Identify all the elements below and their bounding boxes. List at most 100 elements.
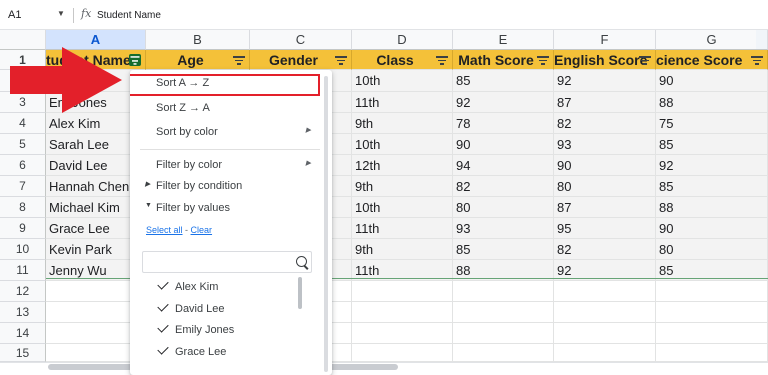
table-cell[interactable]: 10th: [352, 197, 453, 218]
empty-cell[interactable]: [352, 323, 453, 344]
highlight-box: [130, 74, 320, 96]
table-cell[interactable]: 82: [554, 113, 656, 134]
filter-icon[interactable]: [537, 54, 549, 66]
row-number-15[interactable]: 15: [0, 344, 46, 362]
values-search-input[interactable]: [142, 251, 312, 273]
collapse-arrow-icon: ▼: [145, 202, 152, 209]
row-number-11[interactable]: 11: [0, 260, 46, 281]
column-header-f[interactable]: F: [554, 30, 656, 50]
filter-icon[interactable]: [751, 54, 763, 66]
empty-cell[interactable]: [352, 302, 453, 323]
column-header-h[interactable]: [756, 30, 768, 50]
table-cell[interactable]: 93: [554, 134, 656, 155]
empty-cell[interactable]: [453, 281, 554, 302]
empty-cell[interactable]: [352, 281, 453, 302]
column-header-c[interactable]: C: [250, 30, 352, 50]
caret-down-icon[interactable]: ▼: [57, 9, 65, 18]
empty-cell[interactable]: [554, 281, 656, 302]
value-checkbox-item[interactable]: Grace Lee: [130, 343, 300, 362]
table-cell[interactable]: 10th: [352, 70, 453, 92]
table-cell[interactable]: 92: [554, 70, 656, 92]
empty-cell[interactable]: [453, 323, 554, 344]
row-number-9[interactable]: 9: [0, 218, 46, 239]
table-cell[interactable]: 80: [656, 239, 768, 260]
table-cell[interactable]: 88: [656, 197, 768, 218]
checkmark-icon: [157, 300, 169, 312]
row-number-4[interactable]: 4: [0, 113, 46, 134]
menu-item-sort-by-color[interactable]: Sort by color ▶: [130, 126, 326, 144]
table-cell[interactable]: 9th: [352, 239, 453, 260]
menu-item-filter-by-condition[interactable]: ▶ Filter by condition: [130, 180, 326, 198]
table-cell[interactable]: 82: [453, 176, 554, 197]
empty-cell[interactable]: [453, 344, 554, 362]
table-cell[interactable]: 94: [453, 155, 554, 176]
filter-icon[interactable]: [129, 54, 141, 66]
empty-cell[interactable]: [554, 344, 656, 362]
table-cell[interactable]: 80: [453, 197, 554, 218]
value-checkbox-item[interactable]: Alex Kim: [130, 278, 300, 297]
table-cell[interactable]: 85: [656, 134, 768, 155]
table-cell[interactable]: 92: [453, 92, 554, 113]
select-all-link[interactable]: Select all: [146, 225, 183, 235]
value-checkbox-item[interactable]: David Lee: [130, 300, 300, 319]
table-cell[interactable]: 11th: [352, 92, 453, 113]
menu-item-filter-by-color[interactable]: Filter by color ▶: [130, 159, 326, 177]
empty-cell[interactable]: [554, 323, 656, 344]
column-header-e[interactable]: E: [453, 30, 554, 50]
table-cell[interactable]: 88: [656, 92, 768, 113]
table-cell[interactable]: 87: [554, 92, 656, 113]
empty-cell[interactable]: [352, 344, 453, 362]
table-cell[interactable]: 9th: [352, 113, 453, 134]
value-checkbox-item[interactable]: Emily Jones: [130, 321, 300, 340]
name-box[interactable]: A1: [8, 9, 21, 21]
column-header-g[interactable]: G: [656, 30, 768, 50]
empty-cell[interactable]: [656, 344, 768, 362]
empty-cell[interactable]: [656, 323, 768, 344]
table-cell[interactable]: 90: [656, 70, 768, 92]
formula-bar: A1 ▼ fx Student Name: [0, 0, 768, 30]
empty-cell[interactable]: [453, 302, 554, 323]
filter-icon[interactable]: [233, 54, 245, 66]
table-cell[interactable]: 85: [453, 239, 554, 260]
row-number-5[interactable]: 5: [0, 134, 46, 155]
menu-item-label: Filter by values: [156, 202, 230, 214]
table-cell[interactable]: 90: [656, 218, 768, 239]
row-number-12[interactable]: 12: [0, 281, 46, 302]
table-cell[interactable]: 93: [453, 218, 554, 239]
table-cell[interactable]: 85: [453, 70, 554, 92]
table-cell[interactable]: 95: [554, 218, 656, 239]
menu-scrollbar[interactable]: [324, 76, 328, 372]
row-number-13[interactable]: 13: [0, 302, 46, 323]
row-number-6[interactable]: 6: [0, 155, 46, 176]
menu-item-sort-za[interactable]: Sort Z → A: [130, 102, 326, 120]
table-cell[interactable]: 11th: [352, 218, 453, 239]
empty-cell[interactable]: [554, 302, 656, 323]
menu-item-filter-by-values[interactable]: ▼ Filter by values: [130, 202, 326, 220]
table-cell[interactable]: 78: [453, 113, 554, 134]
row-number-8[interactable]: 8: [0, 197, 46, 218]
table-cell[interactable]: 9th: [352, 176, 453, 197]
table-cell[interactable]: 92: [656, 155, 768, 176]
clear-link[interactable]: Clear: [191, 225, 213, 235]
empty-cell[interactable]: [656, 281, 768, 302]
row-number-14[interactable]: 14: [0, 323, 46, 344]
filter-icon[interactable]: [436, 54, 448, 66]
table-cell[interactable]: 82: [554, 239, 656, 260]
table-cell[interactable]: 85: [656, 176, 768, 197]
row-number-10[interactable]: 10: [0, 239, 46, 260]
table-cell[interactable]: 12th: [352, 155, 453, 176]
empty-cell[interactable]: [656, 302, 768, 323]
table-cell[interactable]: 90: [554, 155, 656, 176]
row-number-7[interactable]: 7: [0, 176, 46, 197]
filter-icon[interactable]: [335, 54, 347, 66]
formula-input[interactable]: Student Name: [97, 10, 161, 21]
table-cell[interactable]: 80: [554, 176, 656, 197]
column-header-b[interactable]: B: [146, 30, 250, 50]
column-header-d[interactable]: D: [352, 30, 453, 50]
table-cell[interactable]: 75: [656, 113, 768, 134]
table-cell[interactable]: 90: [453, 134, 554, 155]
filter-icon[interactable]: [639, 54, 651, 66]
menu-separator: [140, 149, 320, 150]
table-cell[interactable]: 10th: [352, 134, 453, 155]
table-cell[interactable]: 87: [554, 197, 656, 218]
